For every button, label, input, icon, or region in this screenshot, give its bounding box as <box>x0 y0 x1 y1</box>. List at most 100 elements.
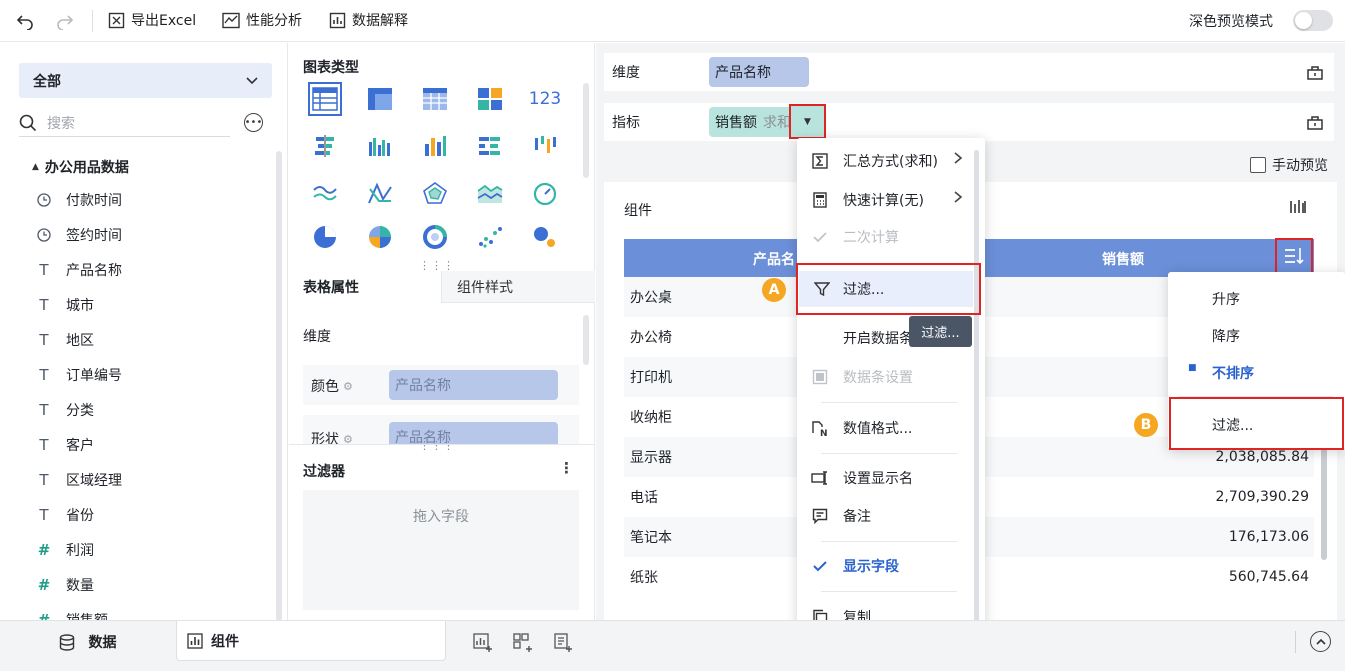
chart-type-donut[interactable] <box>418 220 452 254</box>
field-item[interactable]: T 分类 <box>36 398 94 422</box>
chart-type-line[interactable] <box>308 176 342 210</box>
dark-mode-label: 深色预览模式 <box>1189 14 1273 30</box>
sort-none[interactable]: 不排序 <box>1212 363 1254 383</box>
chart-type-grouped-bar[interactable] <box>363 129 397 163</box>
chart-type-bubble[interactable] <box>528 220 562 254</box>
comment-icon <box>811 507 829 525</box>
chart-type-scatter[interactable] <box>473 220 507 254</box>
field-item-label: 签约时间 <box>66 228 122 244</box>
chart-type-radar[interactable] <box>418 176 452 210</box>
menu-item-summary[interactable]: 汇总方式(求和) <box>797 146 985 176</box>
data-explain-button[interactable]: 数据解释 <box>329 9 408 31</box>
config-panel: 图表类型 123 ⋮⋮⋮ 表格属性 组件样式 维度 颜色 ⚙ 产品名称 形状 ⚙… <box>289 43 595 620</box>
chart-type-number[interactable]: 123 <box>528 82 562 116</box>
field-search[interactable]: 搜索 <box>19 109 230 137</box>
menu-item-number-format[interactable]: N 数值格式... <box>797 413 985 443</box>
add-widget-icon[interactable] <box>472 632 494 654</box>
field-group-header[interactable]: ▲ 办公用品数据 <box>32 157 129 177</box>
sigma-icon <box>811 152 829 170</box>
search-icon <box>19 114 37 132</box>
field-item[interactable]: # 利润 <box>36 538 94 562</box>
more-options-icon[interactable]: ••• <box>244 113 263 132</box>
export-excel-button[interactable]: 导出Excel <box>108 9 196 31</box>
chart-type-crosstab[interactable] <box>363 82 397 116</box>
chart-type-gauge[interactable] <box>528 176 562 210</box>
field-item[interactable]: T 产品名称 <box>36 258 122 282</box>
text-field-icon: T <box>39 401 49 419</box>
performance-chart-icon <box>222 12 240 29</box>
number-format-icon: N <box>811 419 829 437</box>
text-field-icon: T <box>39 366 49 384</box>
menu-item-remark[interactable]: 备注 <box>797 501 985 531</box>
field-item[interactable]: T 省份 <box>36 503 94 527</box>
field-item-label: 客户 <box>66 438 94 454</box>
chart-type-table[interactable] <box>308 82 342 116</box>
tab-table-properties[interactable]: 表格属性 <box>289 271 441 303</box>
field-item[interactable]: 付款时间 <box>36 188 122 212</box>
column-header-product[interactable]: 产品名 <box>753 249 795 269</box>
cell-product-name: 打印机 <box>630 370 672 386</box>
add-dashboard-icon[interactable] <box>512 632 534 654</box>
dimension-field-pill[interactable]: 产品名称 <box>709 57 809 87</box>
chart-type-bar-horizontal[interactable] <box>308 129 342 163</box>
field-item[interactable]: T 订单编号 <box>36 363 122 387</box>
chart-type-scrollbar[interactable] <box>583 83 589 178</box>
color-property-row: 颜色 ⚙ 产品名称 <box>303 365 579 405</box>
manual-preview-checkbox[interactable]: 手动预览 <box>1250 155 1328 175</box>
checkbox-box[interactable] <box>1250 157 1266 173</box>
color-field-pill[interactable]: 产品名称 <box>389 370 558 400</box>
chart-type-radar-line[interactable] <box>363 176 397 210</box>
chart-type-stacked-bar[interactable] <box>473 129 507 163</box>
tab-widget-style[interactable]: 组件样式 <box>441 271 595 303</box>
field-panel: 全部 搜索 ••• ▲ 办公用品数据 付款时间签约时间 T 产品名称 T 城市 T 地区 T 订… <box>0 43 288 620</box>
chart-type-pie[interactable] <box>308 220 342 254</box>
gear-icon[interactable]: ⚙ <box>343 380 353 393</box>
field-item[interactable]: T 城市 <box>36 293 94 317</box>
bottom-bar: 数据 组件 <box>0 620 1345 671</box>
field-item[interactable]: T 客户 <box>36 433 94 457</box>
sort-ascending[interactable]: 升序 <box>1212 289 1240 309</box>
redo-icon[interactable] <box>54 10 76 32</box>
chart-settings-icon[interactable] <box>1289 198 1307 216</box>
sort-descending[interactable]: 降序 <box>1212 326 1240 346</box>
menu-item-show-field[interactable]: 显示字段 <box>797 551 985 581</box>
dataset-select[interactable]: 全部 <box>19 63 272 98</box>
shape-field-pill[interactable]: 产品名称 <box>389 422 558 445</box>
field-item[interactable]: 签约时间 <box>36 223 122 247</box>
dark-mode-toggle[interactable] <box>1293 10 1333 31</box>
field-list-scrollbar[interactable] <box>276 151 282 620</box>
menu-scrollbar[interactable] <box>974 150 979 640</box>
sort-button-highlight[interactable] <box>1275 238 1313 274</box>
drag-handle-icon[interactable]: ⋮⋮⋮ <box>419 439 455 452</box>
filter-drop-zone[interactable]: 拖入字段 <box>303 490 579 610</box>
chart-type-rose-pie[interactable] <box>363 220 397 254</box>
field-item[interactable]: # 销售额 <box>36 608 108 620</box>
add-report-icon[interactable] <box>552 632 574 654</box>
shelf-settings-icon[interactable] <box>1306 63 1324 81</box>
tab-widget[interactable]: 组件 <box>176 621 446 661</box>
chart-type-kpi-card[interactable] <box>473 82 507 116</box>
field-item-label: 省份 <box>66 508 94 524</box>
chart-type-detail-table[interactable] <box>418 82 452 116</box>
properties-scrollbar[interactable] <box>583 315 589 365</box>
metric-dropdown-button[interactable]: ▼ <box>789 104 826 139</box>
field-item[interactable]: # 数量 <box>36 573 94 597</box>
menu-item-set-display-name[interactable]: 设置显示名 <box>797 463 985 493</box>
chart-type-symmetric-bar[interactable] <box>528 129 562 163</box>
filter-drop-hint: 拖入字段 <box>413 509 469 525</box>
field-item[interactable]: T 地区 <box>36 328 94 352</box>
chart-type-column[interactable] <box>418 129 452 163</box>
performance-analysis-button[interactable]: 性能分析 <box>222 9 302 31</box>
collapse-up-button[interactable] <box>1310 631 1331 652</box>
menu-item-quick-calc[interactable]: 快速计算(无) <box>797 185 985 215</box>
field-group-label: 办公用品数据 <box>44 160 129 176</box>
undo-icon[interactable] <box>14 10 36 32</box>
shelf-settings-icon[interactable] <box>1306 113 1324 131</box>
column-header-sales[interactable]: 销售额 <box>1102 249 1144 269</box>
chart-type-area[interactable] <box>473 176 507 210</box>
field-item[interactable]: T 区域经理 <box>36 468 122 492</box>
caret-down-icon: ▲ <box>32 162 39 172</box>
tab-data[interactable]: 数据 <box>0 621 175 663</box>
filter-more-icon[interactable]: ⋮ <box>559 459 574 477</box>
cell-sales-value: 2,709,390.29 <box>1215 489 1309 505</box>
